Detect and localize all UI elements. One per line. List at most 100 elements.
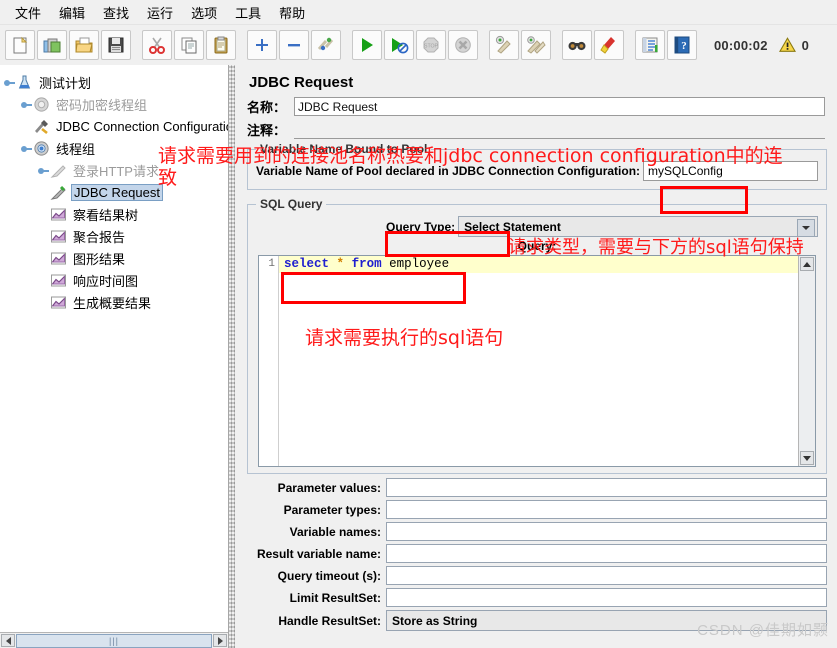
save-icon[interactable] — [101, 30, 131, 60]
query-type-label: Query Type: — [386, 219, 456, 234]
config-element-icon — [33, 118, 50, 135]
name-row: 名称： JDBC Request — [235, 97, 837, 116]
variable-names-field-row: Variable names: — [247, 522, 827, 541]
tree-node-login-http-request[interactable]: 登录HTTP请求 — [0, 159, 228, 181]
parameter-types-field[interactable] — [386, 500, 827, 519]
tree-node-jdbc-connection-configuration[interactable]: JDBC Connection Configuration — [0, 115, 228, 137]
toolbar-separator — [132, 30, 141, 60]
toolbar-separator — [552, 30, 561, 60]
tree-node-password-thread-group[interactable]: 密码加密线程组 — [0, 93, 228, 115]
tree-expand-handle[interactable] — [4, 77, 15, 88]
name-input[interactable]: JDBC Request — [294, 97, 825, 116]
parameter-values-field-label: Parameter values: — [277, 480, 381, 495]
toolbar: STOP ? 00:00:02 0 — [0, 25, 837, 66]
start-icon[interactable] — [352, 30, 382, 60]
tree-node-label: JDBC Connection Configuration — [56, 118, 229, 134]
cut-icon[interactable] — [142, 30, 172, 60]
tree-node-label: 线程组 — [56, 141, 96, 157]
stop-icon[interactable]: STOP — [416, 30, 446, 60]
shutdown-icon[interactable] — [448, 30, 478, 60]
tree-node-test-plan[interactable]: 测试计划 — [0, 71, 228, 93]
parameter-values-field[interactable] — [386, 478, 827, 497]
warning-indicator[interactable]: 0 — [778, 36, 809, 54]
new-icon[interactable] — [5, 30, 35, 60]
pool-group-title: Variable Name Bound to Pool — [256, 142, 432, 156]
tree-expand-handle[interactable] — [38, 165, 49, 176]
parameters-section: Parameter values: Parameter types: Variabl… — [235, 474, 837, 631]
sql-line-1[interactable]: select * from employee — [279, 256, 798, 273]
sql-code-area[interactable]: select * from employee — [279, 256, 798, 466]
menu-edit[interactable]: 编辑 — [50, 1, 94, 24]
toolbar-separator — [625, 30, 634, 60]
expand-icon[interactable] — [247, 30, 277, 60]
help-icon[interactable]: ? — [667, 30, 697, 60]
parameter-types-field-row: Parameter types: — [247, 500, 827, 519]
tree-node-aggregate-report[interactable]: 聚合报告 — [0, 225, 228, 247]
paste-icon[interactable] — [206, 30, 236, 60]
open-icon[interactable] — [69, 30, 99, 60]
pool-row: Variable Name of Pool declared in JDBC C… — [256, 161, 818, 181]
start-no-pauses-icon[interactable] — [384, 30, 414, 60]
query-type-value: Select Statement — [464, 219, 561, 234]
tree-node-generate-summary-results[interactable]: 生成概要结果 — [0, 291, 228, 313]
warning-count: 0 — [801, 37, 809, 53]
tree-node-thread-group[interactable]: 线程组 — [0, 137, 228, 159]
result-variable-name-field[interactable] — [386, 544, 827, 563]
listener-icon — [50, 228, 67, 245]
tree-node-graph-results[interactable]: 图形结果 — [0, 247, 228, 269]
sql-editor[interactable]: 1 select * from employee — [258, 255, 816, 467]
search-icon[interactable] — [562, 30, 592, 60]
scroll-left-button[interactable] — [1, 634, 15, 647]
query-timeout-field-row: Query timeout (s): — [247, 566, 827, 585]
menu-help[interactable]: 帮助 — [270, 1, 314, 24]
test-plan-icon — [16, 74, 33, 91]
parameter-types-field-label: Parameter types: — [283, 502, 381, 517]
tree-node-label: 生成概要结果 — [73, 295, 152, 311]
query-type-combo[interactable]: Select Statement — [458, 216, 818, 237]
tree-expand-handle[interactable] — [21, 143, 32, 154]
comment-input[interactable] — [294, 120, 825, 139]
sql-vertical-scrollbar[interactable] — [798, 256, 815, 466]
menu-bar: 文件 编辑 查找 运行 选项 工具 帮助 — [0, 0, 837, 25]
test-plan-tree-panel[interactable]: 测试计划 密码加密线程组 JDBC Connection Configuration… — [0, 65, 229, 648]
toggle-icon[interactable] — [311, 30, 341, 60]
reset-search-icon[interactable] — [594, 30, 624, 60]
tree-node-response-time-graph[interactable]: 响应时间图 — [0, 269, 228, 291]
chevron-down-icon[interactable] — [797, 219, 815, 237]
scroll-up-button[interactable] — [800, 257, 814, 271]
clear-all-icon[interactable] — [521, 30, 551, 60]
menu-options[interactable]: 选项 — [182, 1, 226, 24]
scroll-right-button[interactable] — [213, 634, 227, 647]
main-split: 测试计划 密码加密线程组 JDBC Connection Configuration… — [0, 65, 837, 648]
test-plan-tree[interactable]: 测试计划 密码加密线程组 JDBC Connection Configuration… — [0, 65, 228, 313]
pool-name-input[interactable]: mySQLConfig — [643, 161, 818, 181]
query-timeout-field[interactable] — [386, 566, 827, 585]
comment-row: 注释： — [235, 120, 837, 139]
tree-node-view-results-tree[interactable]: 察看结果树 — [0, 203, 228, 225]
page-title: JDBC Request — [249, 74, 354, 91]
elapsed-timer: 00:00:02 — [714, 37, 768, 53]
menu-file[interactable]: 文件 — [6, 1, 50, 24]
result-variable-name-field-row: Result variable name: — [247, 544, 827, 563]
clear-icon[interactable] — [489, 30, 519, 60]
templates-icon[interactable] — [37, 30, 67, 60]
scroll-thumb[interactable]: ||| — [16, 633, 212, 648]
menu-run[interactable]: 运行 — [138, 1, 182, 24]
toolbar-separator — [479, 30, 488, 60]
menu-tools[interactable]: 工具 — [226, 1, 270, 24]
function-helper-icon[interactable] — [635, 30, 665, 60]
copy-icon[interactable] — [174, 30, 204, 60]
sql-query-group: SQL Query Query Type: Select Statement Q… — [247, 197, 827, 474]
handle-resultset-combo-label: Handle ResultSet: — [278, 613, 381, 628]
scroll-down-button[interactable] — [800, 451, 814, 465]
variable-names-field[interactable] — [386, 522, 827, 541]
handle-resultset-combo[interactable]: Store as String — [386, 610, 827, 631]
tree-node-jdbc-request[interactable]: JDBC Request — [0, 181, 228, 203]
limit-resultset-field[interactable] — [386, 588, 827, 607]
collapse-icon[interactable] — [279, 30, 309, 60]
menu-search[interactable]: 查找 — [94, 1, 138, 24]
listener-icon — [50, 206, 67, 223]
tree-expand-handle[interactable] — [21, 99, 32, 110]
name-label: 名称： — [247, 100, 287, 115]
tree-horizontal-scrollbar[interactable]: ||| — [0, 632, 228, 648]
